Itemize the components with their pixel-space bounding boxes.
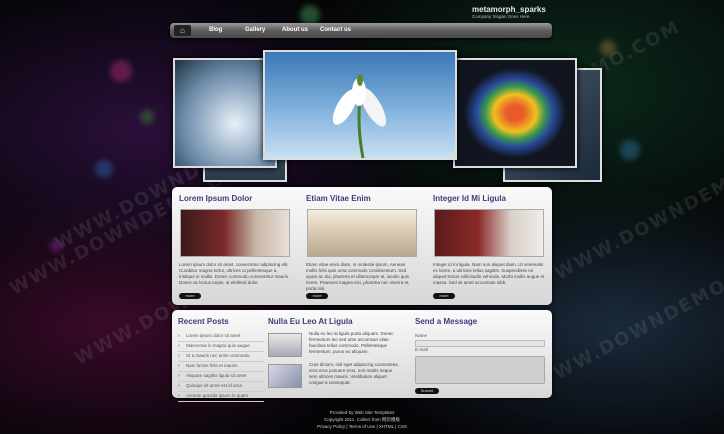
main-nav: ⌂ Blog Gallery About us Contact us (170, 23, 552, 38)
submit-button[interactable]: Submit (415, 388, 439, 394)
bokeh-light (95, 160, 113, 178)
middle-title: Nulla Eu Leo At Ligula (268, 317, 353, 326)
recent-post-item[interactable]: › Lorem ipsum dolor sit amet (178, 332, 264, 342)
recent-post-link[interactable]: Lorem ipsum dolor sit amet (186, 333, 240, 338)
recent-post-link[interactable]: Ut a mauris nec enim commodo (186, 353, 250, 358)
bokeh-light (140, 110, 154, 124)
middle-text-block: Nulla eu leo at ligula porta aliquam. Do… (309, 331, 394, 354)
column-text: Integer id mi ligula. Nam non aliquet di… (433, 262, 545, 285)
bullet-icon: › (178, 383, 180, 389)
snowdrop-graphic (332, 74, 386, 158)
middle-image (268, 333, 302, 357)
recent-post-link[interactable]: Aliquam sagittis ligula sit amet (186, 373, 246, 378)
watermark: WWW.DOWNDEMO.COM (531, 246, 724, 395)
name-input[interactable] (415, 340, 545, 347)
recent-post-link[interactable]: Quisque sit amet est id urna (186, 383, 242, 388)
column-image (307, 209, 417, 257)
recent-post-item[interactable]: › Nam luctus felis et mauris (178, 362, 264, 372)
image-slider[interactable] (173, 50, 603, 185)
recent-post-item[interactable]: › Maecenas in magna quis augue (178, 342, 264, 352)
recent-post-item[interactable]: › Aliquam sagittis ligula sit amet (178, 372, 264, 382)
recent-post-link[interactable]: Nam luctus felis et mauris (186, 363, 238, 368)
nav-item-about[interactable]: About us (282, 27, 308, 33)
column-text: Etiam vitae enim diam, in molestie ipsum… (306, 262, 410, 291)
footer-links[interactable]: Privacy Policy | Terms of Use | XHTML | … (0, 424, 724, 430)
more-button[interactable]: more (306, 293, 328, 299)
bullet-icon: › (178, 363, 180, 369)
nav-item-contact[interactable]: Contact us (320, 27, 351, 33)
column-image (434, 209, 544, 257)
site-logo[interactable]: metamorph_sparks (472, 5, 546, 14)
column-image (180, 209, 290, 257)
nav-item-blog[interactable]: Blog (209, 27, 222, 33)
bullet-icon: › (178, 343, 180, 349)
column-text: Lorem ipsum dolor sit amet, consectetur … (179, 262, 290, 285)
home-icon[interactable]: ⌂ (174, 25, 191, 36)
recent-posts-title: Recent Posts (178, 317, 229, 326)
bokeh-light (50, 240, 62, 252)
recent-posts-list: › Lorem ipsum dolor sit amet › Maecenas in… (178, 332, 264, 402)
contact-title: Send a Message (415, 317, 478, 326)
name-label: Name (415, 333, 428, 338)
slide-image-snowdrop[interactable] (263, 50, 457, 160)
recent-post-item[interactable]: › Aenean gravida ipsum in quam (178, 392, 264, 402)
recent-post-link[interactable]: Maecenas in magna quis augue (186, 343, 250, 348)
slide-image-swirl[interactable] (453, 58, 577, 168)
bokeh-light (110, 60, 132, 82)
recent-post-item[interactable]: › Ut a mauris nec enim commodo (178, 352, 264, 362)
column-title: Integer Id Mi Ligula (433, 194, 506, 203)
message-textarea[interactable] (415, 356, 545, 384)
bokeh-light (620, 140, 640, 160)
email-label: E-mail (415, 347, 428, 352)
nav-item-gallery[interactable]: Gallery (245, 27, 265, 33)
middle-text-block: Cras dictum, nisl eget adipiscing consec… (309, 362, 400, 385)
more-button[interactable]: more (179, 293, 201, 299)
bullet-icon: › (178, 373, 180, 379)
site-tagline: Company Slogan Goes Here (472, 14, 530, 19)
bullet-icon: › (178, 333, 180, 339)
bullet-icon: › (178, 393, 180, 399)
bullet-icon: › (178, 353, 180, 359)
recent-post-item[interactable]: › Quisque sit amet est id urna (178, 382, 264, 392)
slide-image-flower[interactable] (173, 58, 277, 168)
middle-image (268, 364, 302, 388)
bokeh-light (300, 5, 320, 25)
column-title: Lorem Ipsum Dolor (179, 194, 253, 203)
footer-credit: Provided by Web Site Templates (329, 410, 395, 415)
footer-copyright: Copyright 2011. Collect from 网页模板 (324, 417, 400, 422)
more-button[interactable]: more (433, 293, 455, 299)
recent-post-link[interactable]: Aenean gravida ipsum in quam (186, 393, 248, 398)
column-title: Etiam Vitae Enim (306, 194, 371, 203)
